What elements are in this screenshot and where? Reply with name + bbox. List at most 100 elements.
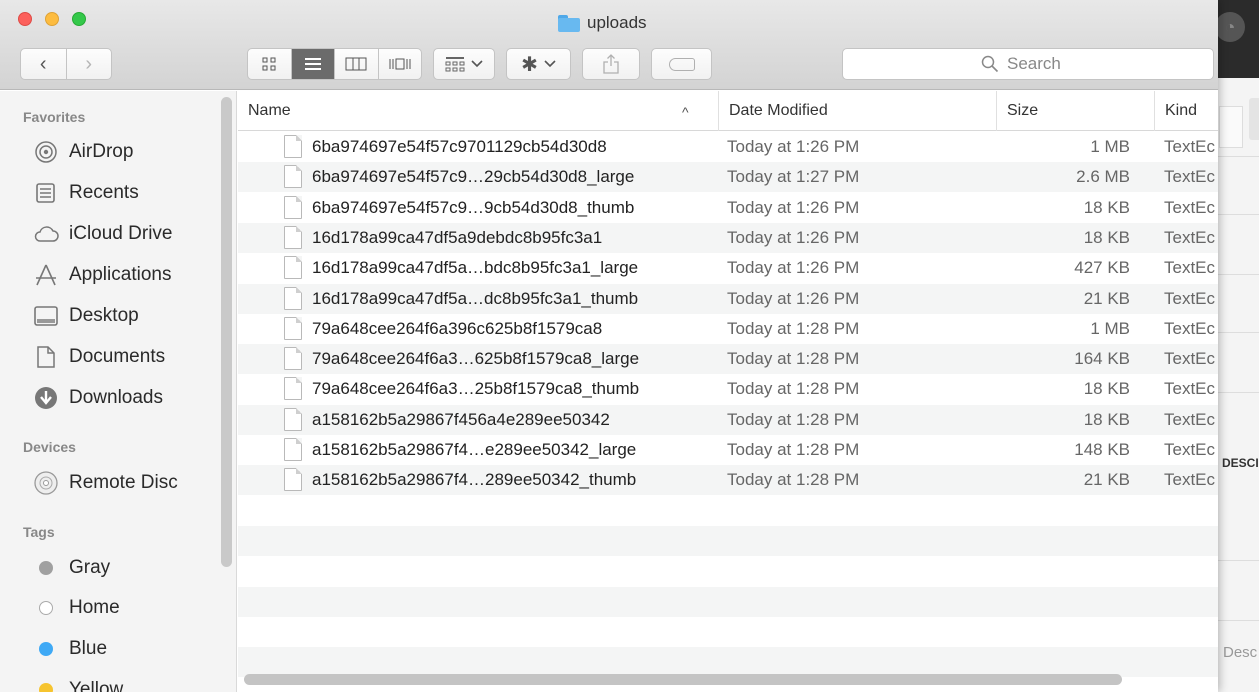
back-button[interactable]: ‹ [21,49,67,79]
file-name: 79a648cee264f6a3…625b8f1579ca8_large [312,349,640,369]
icon-view-button[interactable] [248,49,292,79]
table-row[interactable]: a158162b5a29867f4…289ee50342_thumb Today … [238,465,1218,496]
zoom-window-button[interactable] [72,12,86,26]
downloads-icon [33,385,59,411]
minimize-window-button[interactable] [45,12,59,26]
table-row[interactable]: 6ba974697e54f57c9701129cb54d30d8 Today at… [238,132,1218,162]
icon-view-icon [262,57,276,71]
sort-ascending-icon: ^ [682,104,689,120]
sidebar-item-label: iCloud Drive [69,223,173,244]
sidebar-item-label: Home [69,597,120,618]
empty-row [238,525,1218,556]
table-row[interactable]: 16d178a99ca47df5a9debdc8b95fc3a1 Today at… [238,222,1218,253]
sidebar-heading-tags: Tags [23,524,55,540]
file-kind: TextEc [1164,227,1216,247]
sidebar-item-tag-blue[interactable]: Blue [33,634,107,664]
edit-tags-button[interactable] [651,48,712,80]
table-row[interactable]: 6ba974697e54f57c9…9cb54d30d8_thumb Today … [238,193,1218,223]
sidebar-item-desktop[interactable]: Desktop [33,301,139,331]
document-icon [284,165,302,189]
finder-window: uploads ‹ › ✱ Search Favorites AirDrop R… [0,0,1218,692]
file-name: a158162b5a29867f4…e289ee50342_large [312,440,637,459]
sidebar-item-tag-gray[interactable]: Gray [33,553,110,583]
file-kind: TextEc [1164,409,1216,429]
column-header-date-modified[interactable]: Date Modified [718,91,996,131]
empty-row [238,496,1218,526]
share-button[interactable] [582,48,640,80]
back-forward-control: ‹ › [20,48,112,80]
file-size: 427 KB [1074,258,1130,278]
folder-icon [558,14,580,32]
search-icon [981,55,999,73]
sidebar-item-icloud-drive[interactable]: iCloud Drive [33,219,172,249]
file-date-modified: Today at 1:28 PM [727,349,860,369]
file-size: 21 KB [1083,470,1130,490]
file-date-modified: Today at 1:26 PM [727,197,860,217]
sidebar-item-remote-disc[interactable]: Remote Disc [33,468,178,498]
table-row[interactable]: 6ba974697e54f57c9…29cb54d30d8_large Today… [238,162,1218,193]
file-date-modified: Today at 1:26 PM [727,227,860,247]
file-kind: TextEc [1164,137,1216,156]
file-kind: TextEc [1164,440,1216,459]
document-icon [284,316,302,340]
close-window-button[interactable] [18,12,32,26]
horizontal-scrollbar[interactable] [244,674,1122,685]
sidebar-item-airdrop[interactable]: AirDrop [33,137,133,167]
document-icon [284,438,302,461]
sidebar-item-applications[interactable]: Applications [33,260,171,290]
list-view-icon [304,58,321,70]
document-icon [284,256,302,280]
sidebar-item-tag-home[interactable]: Home [33,593,120,623]
sidebar-scrollbar[interactable] [221,97,232,567]
recents-icon [33,180,59,206]
background-app-divider [1215,560,1259,561]
table-row[interactable]: a158162b5a29867f4…e289ee50342_large Today… [238,435,1218,465]
file-name: 6ba974697e54f57c9…29cb54d30d8_large [312,167,635,187]
action-button[interactable]: ✱ [506,48,571,80]
gear-icon: ✱ [521,53,538,76]
file-size: 21 KB [1083,288,1130,308]
background-app-label: Desc [1223,644,1258,661]
background-app-divider [1215,156,1259,157]
window-title-text: uploads [587,13,647,32]
table-row[interactable]: 79a648cee264f6a396c625b8f1579ca8 Today at… [238,314,1218,344]
file-kind: TextEc [1164,349,1216,369]
table-row[interactable]: 79a648cee264f6a3…25b8f1579ca8_thumb Today… [238,374,1218,404]
view-mode-control [247,48,422,80]
sidebar-item-recents[interactable]: Recents [33,178,139,208]
file-size: 148 KB [1074,440,1130,459]
table-row[interactable]: 79a648cee264f6a3…625b8f1579ca8_large Toda… [238,344,1218,375]
column-header-size[interactable]: Size [996,91,1154,131]
tag-color-dot-icon [39,601,53,615]
document-icon [284,468,302,492]
table-row[interactable]: 16d178a99ca47df5a…bdc8b95fc3a1_large Toda… [238,253,1218,283]
sidebar-item-tag-yellow[interactable]: Yellow [33,675,123,692]
empty-row [238,647,1218,678]
sidebar-item-label: AirDrop [69,141,134,162]
applications-icon [33,262,59,288]
arrange-grid-icon [445,57,465,72]
column-header-name[interactable]: Name [238,91,714,131]
column-header-kind[interactable]: Kind [1154,91,1218,131]
sidebar-item-downloads[interactable]: Downloads [33,383,163,413]
table-row[interactable]: 16d178a99ca47df5a…dc8b95fc3a1_thumb Today… [238,283,1218,314]
sidebar-item-label: Blue [69,638,108,659]
gallery-view-button[interactable] [379,49,422,79]
sidebar-item-documents[interactable]: Documents [33,342,165,372]
file-kind: TextEc [1164,470,1216,490]
column-view-icon [345,57,367,71]
list-view-button[interactable] [291,49,335,79]
file-size: 1 MB [1090,137,1130,156]
background-app-window: ◔ DESCI Desc [1215,0,1259,692]
column-view-button[interactable] [335,49,379,79]
forward-button[interactable]: › [67,49,112,79]
search-field[interactable] [842,48,1214,80]
sidebar-heading-favorites: Favorites [23,109,86,125]
table-row[interactable]: a158162b5a29867f456a4e289ee50342 Today at… [238,404,1218,435]
search-input[interactable] [1005,53,1075,75]
arrange-button[interactable] [433,48,495,80]
chevron-down-icon [544,60,556,68]
tag-color-dot-icon [39,642,53,656]
list-header: Name ^ Date Modified Size Kind [238,91,1218,131]
file-kind: TextEc [1164,167,1216,187]
